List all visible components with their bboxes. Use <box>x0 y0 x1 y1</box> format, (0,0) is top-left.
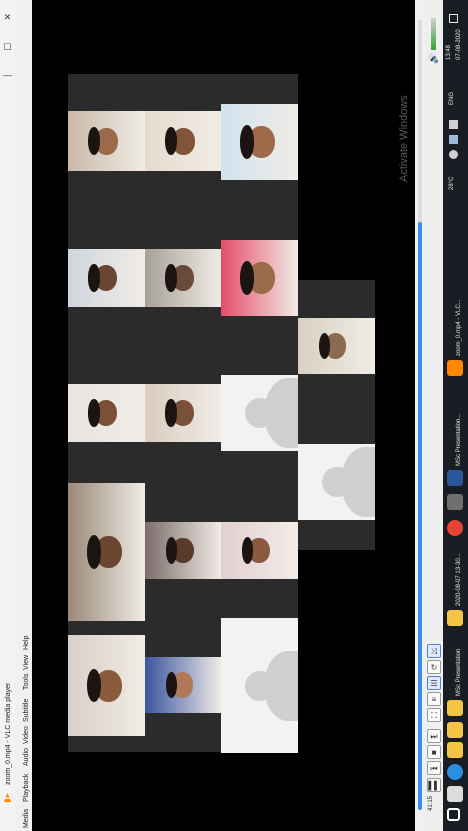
playlist-button[interactable]: ☰ <box>427 676 441 690</box>
store-icon[interactable] <box>447 494 463 510</box>
menu-video[interactable]: Video <box>23 726 30 744</box>
menu-audio[interactable]: Audio <box>23 748 30 766</box>
stop-button[interactable]: ■ <box>427 745 441 759</box>
clock-date[interactable]: 07-08-2020 <box>456 29 462 60</box>
participant-avatar-tile <box>221 618 298 753</box>
participant-video-tile <box>145 111 222 171</box>
participant-hair <box>165 671 177 699</box>
menu-tools[interactable]: Tools <box>23 674 30 690</box>
previous-button[interactable]: ⏮ <box>427 761 441 775</box>
play-pause-button[interactable]: ▌▌ <box>427 778 441 792</box>
participant-avatar-tile <box>298 444 375 520</box>
menu-playback[interactable]: Playback <box>23 774 30 802</box>
network-icon[interactable] <box>449 135 458 144</box>
vlc-cone-icon <box>3 792 12 803</box>
edge-icon[interactable] <box>447 764 463 780</box>
notification-icon[interactable] <box>449 14 458 23</box>
fullscreen-button[interactable]: ⛶ <box>427 708 441 722</box>
speaker-icon[interactable]: 🔊 <box>428 53 439 64</box>
participant-avatar-tile <box>221 375 298 451</box>
avatar-shoulder-icon <box>341 447 375 517</box>
loop-button[interactable]: ↻ <box>427 660 441 674</box>
volume-slider[interactable] <box>431 18 436 50</box>
participant-video-tile <box>68 111 145 171</box>
participant-video-tile <box>221 522 298 579</box>
avatar-shoulder-icon <box>264 650 298 721</box>
participant-video-tile <box>145 249 222 307</box>
next-button[interactable]: ⏭ <box>427 729 441 743</box>
shuffle-button[interactable]: ⤨ <box>427 644 441 658</box>
language-indicator[interactable]: ENG <box>449 92 455 105</box>
participant-hair <box>165 264 178 292</box>
maximize-button[interactable]: ☐ <box>0 36 15 58</box>
participant-video-tile <box>145 657 222 713</box>
volume-tray-icon[interactable] <box>449 120 458 129</box>
file-explorer-task-label: MSc Presentation <box>456 648 462 696</box>
menu-view[interactable]: View <box>23 655 30 670</box>
participant-hair <box>88 264 101 292</box>
participant-hair <box>241 537 254 565</box>
vlc-task[interactable] <box>447 360 463 376</box>
chevron-up-icon[interactable] <box>449 150 458 159</box>
menu-subtitle[interactable]: Subtitle <box>23 699 30 722</box>
chrome-icon[interactable] <box>447 520 463 536</box>
participant-video-tile <box>68 483 145 621</box>
elapsed-time: 41:15 <box>428 795 434 811</box>
folder-task[interactable] <box>447 610 463 626</box>
weather-text: 28°C <box>449 176 455 190</box>
folder-icon[interactable] <box>447 722 463 738</box>
minimize-button[interactable]: — <box>0 64 15 86</box>
participant-video-tile <box>298 318 375 374</box>
participant-hair <box>165 399 178 427</box>
folder-task-label: 2020-08-07 13-30... <box>456 553 462 606</box>
window-title: zoom_0.mp4 - VLC media player <box>5 682 12 785</box>
avatar-shoulder-icon <box>264 378 298 448</box>
word-task[interactable] <box>447 470 463 486</box>
playback-controls <box>425 0 443 831</box>
vlc-task-label: zoom_0.mp4 - VLC... <box>456 299 462 356</box>
participant-video-tile <box>221 240 298 316</box>
file-explorer-task[interactable] <box>447 700 463 716</box>
participant-video-tile <box>221 104 298 180</box>
participant-hair <box>88 399 101 427</box>
participant-video-tile <box>68 384 145 442</box>
search-icon[interactable] <box>447 786 463 802</box>
participant-video-tile <box>68 249 145 307</box>
participant-hair <box>318 332 330 360</box>
explorer-icon[interactable] <box>447 742 463 758</box>
extended-settings-button[interactable]: ≡ <box>427 692 441 706</box>
participant-video-tile <box>145 522 222 579</box>
menu-media[interactable]: Media <box>23 809 30 828</box>
participant-hair <box>165 537 178 565</box>
menu-help[interactable]: Help <box>23 636 30 650</box>
clock-time[interactable]: 13:48 <box>446 45 452 60</box>
word-task-label: MSc Presentation... <box>456 413 462 466</box>
participant-video-tile <box>68 635 145 736</box>
start-icon[interactable] <box>447 808 460 821</box>
activate-windows-watermark: Activate Windows <box>398 95 410 182</box>
participant-video-tile <box>145 384 222 442</box>
seek-progress <box>418 222 422 810</box>
close-button[interactable]: ✕ <box>0 6 15 28</box>
